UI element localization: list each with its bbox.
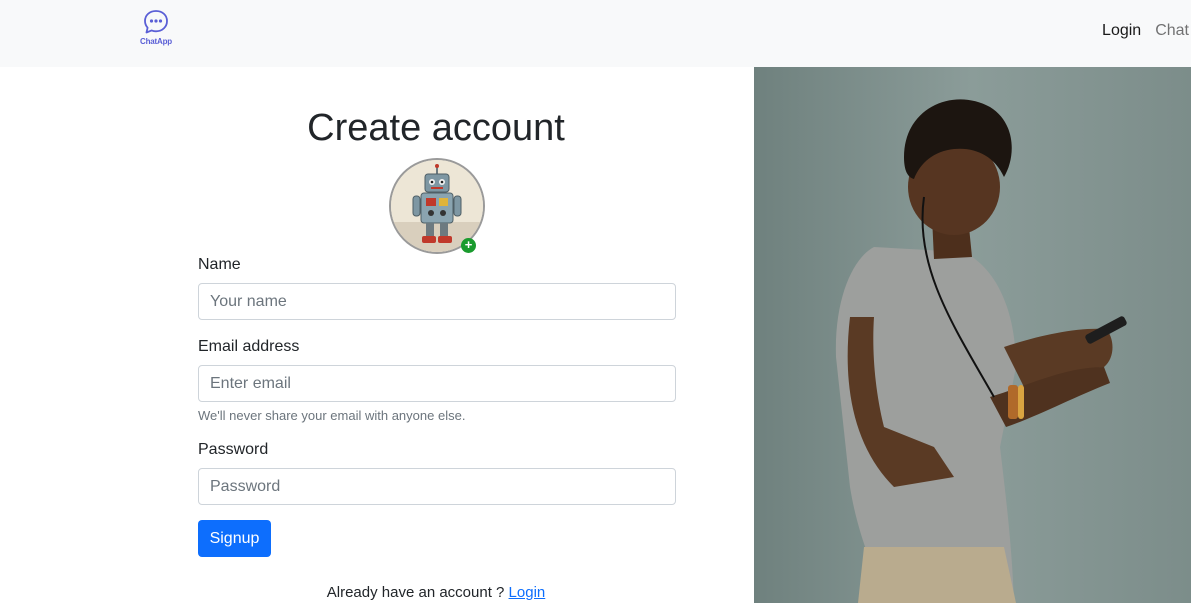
login-prompt: Already have an account ? Login — [6, 584, 866, 601]
chat-bubble-icon — [144, 10, 168, 34]
page-title: Create account — [307, 107, 565, 149]
signup-button[interactable]: Signup — [198, 520, 271, 557]
email-input[interactable] — [198, 365, 676, 402]
hero-photo-illustration — [754, 67, 1191, 603]
email-help-text: We'll never share your email with anyone… — [198, 408, 466, 423]
navbar: ChatApp Login Chat — [0, 0, 1191, 67]
nav-link-login[interactable]: Login — [1102, 22, 1141, 40]
login-prompt-text: Already have an account ? — [326, 584, 505, 601]
plus-icon[interactable]: + — [461, 238, 476, 253]
name-label: Name — [198, 256, 241, 273]
email-label: Email address — [198, 338, 300, 355]
login-link[interactable]: Login — [509, 584, 546, 601]
nav-link-chat[interactable]: Chat — [1155, 22, 1189, 40]
nav-links: Login Chat — [1102, 22, 1189, 40]
password-label: Password — [198, 441, 269, 458]
password-input[interactable] — [198, 468, 676, 505]
hero-photo — [754, 67, 1191, 603]
signup-form: Name Email address We'll never share you… — [198, 256, 676, 557]
name-input[interactable] — [198, 283, 676, 320]
brand-text: ChatApp — [140, 37, 172, 46]
avatar-upload[interactable]: + — [389, 158, 485, 254]
signup-panel: Create account + Name Your name Email ad… — [6, 67, 754, 603]
brand-logo[interactable]: ChatApp — [134, 8, 178, 54]
